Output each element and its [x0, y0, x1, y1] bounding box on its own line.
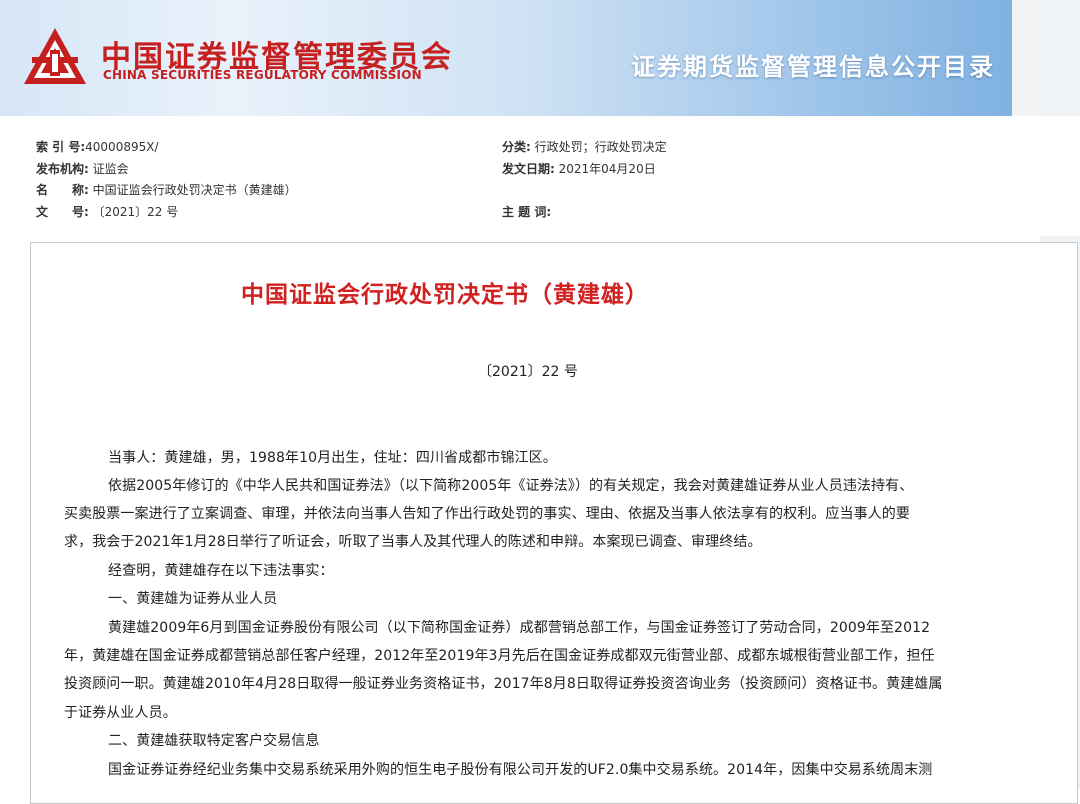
paragraph-line: 买卖股票一案进行了立案调查、审理，并依法向当事人告知了作出行政处罚的事实、理由、…: [64, 506, 910, 522]
paragraph-line: 黄建雄2009年6月到国金证券股份有限公司（以下简称国金证券）成都营销总部工作，…: [108, 620, 931, 636]
meta-category: 分类: 行政处罚；行政处罚决定: [502, 138, 667, 155]
paragraph-line: 依据2005年修订的《中华人民共和国证券法》（以下简称2005年《证券法》）的有…: [108, 478, 914, 494]
meta-category-value: 行政处罚；行政处罚决定: [530, 140, 667, 154]
org-name-en: CHINA SECURITIES REGULATORY COMMISSION: [103, 68, 422, 82]
paragraph-line: 投资顾问一职。黄建雄2010年4月28日取得一般证券业务资格证书，2017年8月…: [64, 676, 943, 692]
csrc-emblem-icon: [24, 28, 86, 84]
meta-issuer: 发布机构: 证监会: [36, 160, 129, 177]
right-margin-band: [1040, 116, 1080, 236]
paragraph-line: 于证券从业人员。: [64, 705, 177, 721]
paragraph-line: 国金证券证券经纪业务集中交易系统采用外购的恒生电子股份有限公司开发的UF2.0集…: [108, 762, 933, 778]
catalog-title: 证券期货监督管理信息公开目录: [631, 53, 995, 81]
paragraph-line: 求，我会于2021年1月28日举行了听证会，听取了当事人及其代理人的陈述和申辩。…: [64, 534, 762, 550]
document-number: 〔2021〕22 号: [478, 364, 578, 380]
meta-date-label: 发文日期:: [502, 162, 555, 176]
document-frame: [30, 242, 1078, 804]
meta-index-value: 40000895X/: [85, 140, 159, 154]
meta-issuer-label: 发布机构:: [36, 162, 89, 176]
paragraph-line: 年，黄建雄在国金证券成都营销总部任客户经理，2012年至2019年3月先后在国金…: [64, 648, 935, 664]
meta-name-label: 名 称:: [36, 183, 89, 197]
meta-docno-label: 文 号:: [36, 205, 89, 219]
section-heading: 一、黄建雄为证券从业人员: [108, 591, 278, 607]
section-heading: 二、黄建雄获取特定客户交易信息: [108, 733, 320, 749]
header-banner: 中国证券监督管理委员会 CHINA SECURITIES REGULATORY …: [0, 0, 1046, 116]
meta-docno: 文 号: 〔2021〕22 号: [36, 203, 178, 220]
meta-index: 索 引 号:40000895X/: [36, 138, 159, 155]
meta-keywords: 主 题 词:: [502, 203, 551, 220]
meta-name-value: 中国证监会行政处罚决定书（黄建雄）: [88, 183, 297, 197]
meta-date: 发文日期: 2021年04月20日: [502, 160, 656, 177]
meta-docno-value: 〔2021〕22 号: [88, 205, 179, 219]
meta-category-label: 分类:: [502, 140, 531, 154]
meta-issuer-value: 证监会: [88, 162, 129, 176]
meta-keywords-label: 主 题 词:: [502, 205, 552, 219]
meta-name: 名 称: 中国证监会行政处罚决定书（黄建雄）: [36, 181, 297, 198]
document-title: 中国证监会行政处罚决定书（黄建雄）: [241, 282, 649, 308]
meta-date-value: 2021年04月20日: [554, 162, 656, 176]
paragraph-line: 当事人：黄建雄，男，1988年10月出生，住址：四川省成都市锦江区。: [108, 450, 557, 466]
meta-index-label: 索 引 号:: [36, 140, 86, 154]
paragraph-line: 经查明，黄建雄存在以下违法事实：: [108, 563, 334, 579]
